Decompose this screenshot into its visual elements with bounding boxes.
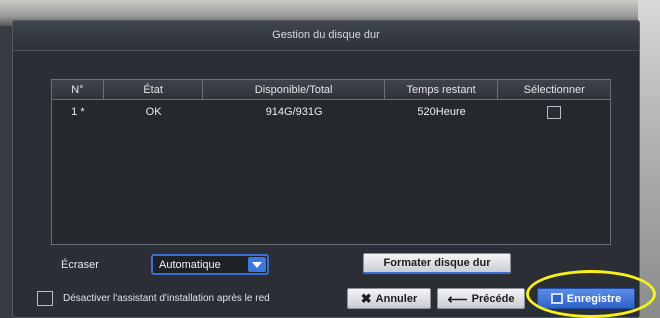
cell-etat: OK xyxy=(145,106,162,118)
cell-temps: 520Heure xyxy=(417,106,466,118)
yellow-highlight-circle xyxy=(526,270,656,318)
overwrite-value: Automatique xyxy=(159,258,221,271)
previous-label: Précéde xyxy=(471,292,515,305)
photo-background-right xyxy=(638,0,660,318)
disk-table: N° État Disponible/Total Temps restant S… xyxy=(51,79,611,245)
dialog-title: Gestion du disque dur xyxy=(272,29,380,41)
header-etat: État xyxy=(104,80,204,100)
previous-button[interactable]: ⟵ Précéde xyxy=(437,288,525,309)
format-disk-button[interactable]: Formater disque dur xyxy=(363,253,511,274)
header-selectionner: Sélectionner xyxy=(523,84,585,96)
cancel-label: Annuler xyxy=(375,292,418,305)
table-row[interactable]: 1 * OK 914G/931G 520Heure xyxy=(52,102,610,122)
disable-wizard-label: Désactiver l'assistant d'installation ap… xyxy=(63,293,270,304)
table-header: N° État Disponible/Total Temps restant S… xyxy=(52,80,610,100)
hdd-management-dialog: Gestion du disque dur N° État Disponible… xyxy=(12,20,640,318)
header-num: N° xyxy=(52,80,104,100)
disable-wizard-checkbox[interactable] xyxy=(37,291,53,306)
header-temps: Temps restant xyxy=(385,80,499,100)
select-disk-checkbox[interactable] xyxy=(547,105,562,119)
overwrite-select[interactable]: Automatique xyxy=(151,254,269,275)
cell-select xyxy=(498,102,610,122)
arrow-left-icon: ⟵ xyxy=(447,290,468,307)
cancel-button[interactable]: ✖ Annuler xyxy=(347,288,431,309)
header-disponible: Disponible/Total xyxy=(203,80,385,100)
cell-disponible: 914G/931G xyxy=(265,106,323,118)
chevron-down-icon xyxy=(248,257,266,272)
overwrite-label: Écraser xyxy=(61,259,99,271)
cell-num: 1 * xyxy=(71,106,85,118)
title-bar: Gestion du disque dur xyxy=(13,21,639,51)
close-icon: ✖ xyxy=(360,291,372,306)
